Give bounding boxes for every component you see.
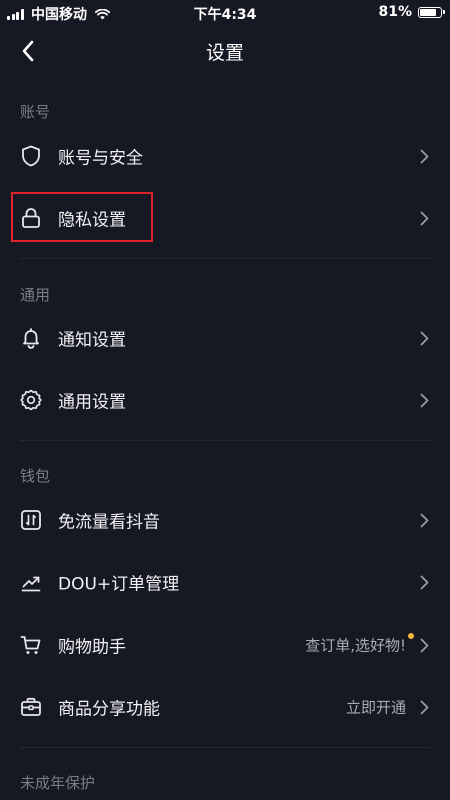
- chevron-right-icon: [418, 210, 430, 226]
- settings-item-privacy[interactable]: 隐私设置: [0, 187, 450, 249]
- section-divider: [20, 440, 430, 441]
- data-card-icon: [19, 508, 43, 532]
- settings-item-label: 账号与安全: [58, 148, 143, 169]
- status-bar: 中国移动 下午4:34 81%: [0, 0, 450, 26]
- settings-item-label: 通知设置: [58, 330, 126, 351]
- settings-item-free-data[interactable]: 免流量看抖音: [0, 489, 450, 551]
- settings-item-shopping-assistant[interactable]: 购物助手 查订单,选好物!: [0, 614, 450, 676]
- settings-item-label: 隐私设置: [58, 210, 126, 231]
- settings-item-hint: 查订单,选好物!: [305, 636, 406, 655]
- shield-icon: [19, 144, 43, 168]
- section-header-account: 账号: [20, 103, 51, 121]
- section-divider: [20, 747, 430, 748]
- chevron-right-icon: [418, 148, 430, 164]
- settings-item-hint: 立即开通: [345, 698, 406, 717]
- section-header-wallet: 钱包: [20, 467, 51, 485]
- battery-percent: 81%: [378, 4, 412, 20]
- chevron-right-icon: [418, 699, 430, 715]
- trend-up-icon: [19, 570, 43, 594]
- settings-item-label: 免流量看抖音: [58, 512, 160, 533]
- settings-item-general[interactable]: 通用设置: [0, 369, 450, 431]
- page-title: 设置: [205, 42, 244, 64]
- briefcase-icon: [19, 695, 43, 719]
- lock-icon: [19, 206, 43, 230]
- chevron-right-icon: [418, 392, 430, 408]
- settings-item-account-security[interactable]: 账号与安全: [0, 125, 450, 187]
- battery-icon: [418, 6, 445, 18]
- notification-dot: [408, 633, 414, 639]
- gear-icon: [19, 388, 43, 412]
- bell-icon: [19, 326, 43, 350]
- chevron-right-icon: [418, 637, 430, 653]
- section-header-minor-protection: 未成年保护: [20, 774, 96, 792]
- status-bar-right: 81%: [378, 4, 445, 20]
- cart-icon: [19, 633, 43, 657]
- settings-item-label: 通用设置: [58, 392, 126, 413]
- chevron-right-icon: [418, 574, 430, 590]
- settings-item-label: DOU+订单管理: [58, 574, 180, 595]
- section-divider: [20, 258, 430, 259]
- nav-bar: 设置: [0, 26, 450, 76]
- settings-item-label: 商品分享功能: [58, 699, 160, 720]
- section-header-general: 通用: [20, 286, 51, 304]
- settings-item-dou-orders[interactable]: DOU+订单管理: [0, 551, 450, 613]
- settings-item-product-share[interactable]: 商品分享功能 立即开通: [0, 676, 450, 738]
- chevron-right-icon: [418, 512, 430, 528]
- settings-item-notifications[interactable]: 通知设置: [0, 307, 450, 369]
- settings-item-label: 购物助手: [58, 637, 126, 658]
- chevron-right-icon: [418, 330, 430, 346]
